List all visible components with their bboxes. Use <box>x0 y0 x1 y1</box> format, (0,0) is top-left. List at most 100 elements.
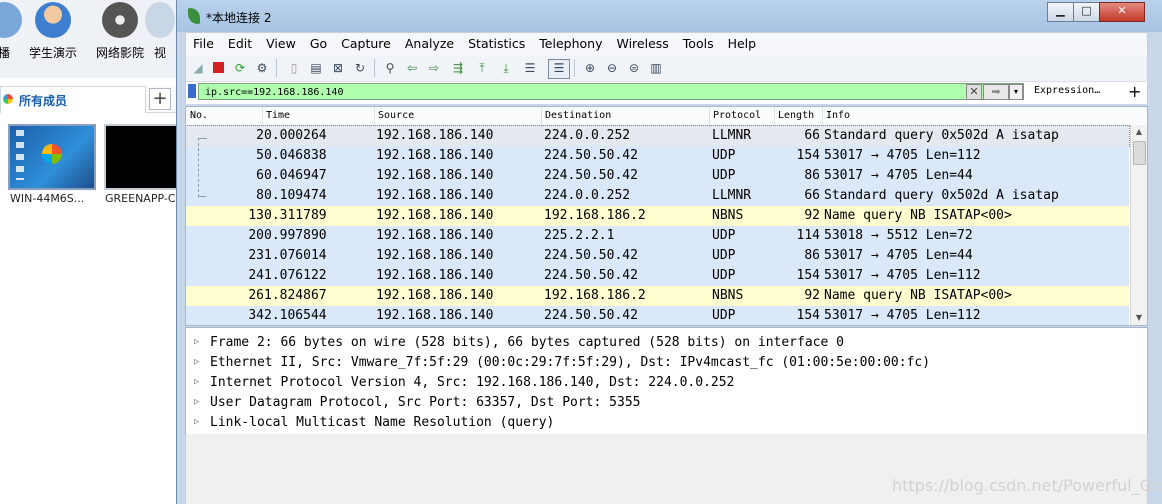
clear-filter-button[interactable]: ✕ <box>966 84 982 100</box>
packet-time: 0.046947 <box>264 168 327 183</box>
scroll-up-icon[interactable]: ▲ <box>1131 125 1147 139</box>
menu-analyze[interactable]: Analyze <box>398 33 461 55</box>
packet-row[interactable]: 6 0.046947 192.168.186.140 224.50.50.42 UDP 8… <box>186 166 1129 186</box>
packet-no: 20 <box>248 228 264 243</box>
options-icon[interactable]: ⚙ <box>254 60 270 76</box>
packet-list: No. Time Source Destination Protocol Len… <box>185 106 1148 326</box>
packet-row[interactable]: 23 1.076014 192.168.186.140 224.50.50.42 UDP… <box>186 246 1129 266</box>
menu-bar: File Edit View Go Capture Analyze Statis… <box>185 32 1148 55</box>
packet-protocol: UDP <box>712 248 736 263</box>
shark-fin-start-icon[interactable]: ◢ <box>190 60 206 76</box>
packet-row[interactable]: 34 2.106544 192.168.186.140 224.50.50.42 UDP… <box>186 306 1129 325</box>
expand-arrow-icon[interactable]: ▷ <box>194 397 199 407</box>
film-reel-icon <box>102 2 138 38</box>
video-tool[interactable]: 视 <box>140 2 180 61</box>
open-file-icon[interactable]: ▯ <box>286 60 302 76</box>
packet-destination: 224.50.50.42 <box>544 148 638 163</box>
colorize-icon[interactable]: ☰ <box>548 59 570 79</box>
menu-statistics[interactable]: Statistics <box>461 33 532 55</box>
last-packet-icon[interactable]: ⤓ <box>498 60 514 76</box>
conversation-bracket <box>198 138 207 197</box>
student-demo-icon <box>35 2 71 38</box>
column-no[interactable]: No. <box>190 110 208 122</box>
autoscroll-icon[interactable]: ☰ <box>522 60 538 76</box>
packet-info: Name query NB ISATAP<00> <box>824 288 1012 303</box>
menu-wireless[interactable]: Wireless <box>609 33 675 55</box>
add-tab-button[interactable]: + <box>149 88 171 110</box>
add-filter-button[interactable]: + <box>1128 83 1141 101</box>
menu-view[interactable]: View <box>259 33 303 55</box>
back-icon[interactable]: ⇦ <box>404 60 420 76</box>
restart-icon[interactable]: ⟳ <box>232 60 248 76</box>
scroll-down-icon[interactable]: ▼ <box>1131 311 1147 325</box>
go-to-packet-icon[interactable]: ⇶ <box>450 60 466 76</box>
packet-source: 192.168.186.140 <box>376 148 494 163</box>
menu-file[interactable]: File <box>186 33 221 55</box>
packet-destination: 192.168.186.2 <box>544 288 646 303</box>
expand-arrow-icon[interactable]: ▷ <box>194 417 199 427</box>
menu-go[interactable]: Go <box>303 33 334 55</box>
packet-time: 0.046838 <box>264 148 327 163</box>
apply-filter-button[interactable]: ➡ <box>983 84 1009 100</box>
display-filter-input[interactable]: ip.src==192.168.186.140 <box>198 83 1024 100</box>
normal-size-icon[interactable]: ⊜ <box>626 60 642 76</box>
expand-arrow-icon[interactable]: ▷ <box>194 377 199 387</box>
zoom-out-icon[interactable]: ⊖ <box>604 60 620 76</box>
packet-source: 192.168.186.140 <box>376 128 494 143</box>
packet-length: 154 <box>796 148 820 163</box>
packet-length: 66 <box>804 188 820 203</box>
packet-info: 53018 → 5512 Len=72 <box>824 228 973 243</box>
close-file-icon[interactable]: ⊠ <box>330 60 346 76</box>
packet-protocol: NBNS <box>712 208 744 223</box>
packet-row[interactable]: 26 1.824867 192.168.186.140 192.168.186.2 NB… <box>186 286 1129 306</box>
stop-icon[interactable] <box>210 60 226 76</box>
packet-protocol: LLMNR <box>712 128 752 143</box>
menu-tools[interactable]: Tools <box>676 33 721 55</box>
find-icon[interactable]: ⚲ <box>382 60 398 76</box>
column-destination[interactable]: Destination <box>545 110 611 122</box>
menu-help[interactable]: Help <box>721 33 764 55</box>
filter-history-dropdown[interactable]: ▾ <box>1009 84 1023 100</box>
save-file-icon[interactable]: ▤ <box>308 60 324 76</box>
menu-telephony[interactable]: Telephony <box>532 33 609 55</box>
student-demo-tool[interactable]: 学生演示 <box>23 2 83 61</box>
packet-source: 192.168.186.140 <box>376 268 494 283</box>
filter-bookmark-icon[interactable] <box>188 84 196 98</box>
expression-button[interactable]: Expression… <box>1034 85 1100 96</box>
packet-row[interactable]: 2 0.000264 192.168.186.140 224.0.0.252 LLMNR… <box>186 125 1130 147</box>
scrollbar-thumb[interactable] <box>1133 141 1146 165</box>
expand-arrow-icon[interactable]: ▷ <box>194 357 199 367</box>
minimize-button[interactable]: ▁ <box>1047 2 1074 22</box>
packet-no: 13 <box>248 208 264 223</box>
first-packet-icon[interactable]: ⤒ <box>474 60 490 76</box>
packet-list-header: No. Time Source Destination Protocol Len… <box>186 107 1147 126</box>
packet-row[interactable]: 13 0.311789 192.168.186.140 192.168.186.2 NB… <box>186 206 1129 226</box>
packet-time: 1.076122 <box>264 268 327 283</box>
packet-protocol: NBNS <box>712 288 744 303</box>
toolbar-separator <box>574 59 575 77</box>
column-protocol[interactable]: Protocol <box>713 110 761 122</box>
column-time[interactable]: Time <box>266 110 290 122</box>
column-source[interactable]: Source <box>378 110 414 122</box>
title-bar[interactable]: *本地连接 2 ▁ □ ✕ <box>177 0 1162 32</box>
packet-protocol: UDP <box>712 228 736 243</box>
reload-icon[interactable]: ↻ <box>352 60 368 76</box>
desktop-thumbnail-win[interactable] <box>8 124 96 190</box>
forward-icon[interactable]: ⇨ <box>426 60 442 76</box>
resize-columns-icon[interactable]: ▥ <box>648 60 664 76</box>
packet-row[interactable]: 5 0.046838 192.168.186.140 224.50.50.42 UDP 1… <box>186 146 1129 166</box>
packet-row[interactable]: 20 0.997890 192.168.186.140 225.2.2.1 UDP 114… <box>186 226 1129 246</box>
packet-protocol: UDP <box>712 268 736 283</box>
column-length[interactable]: Length <box>778 110 814 122</box>
packet-list-scrollbar[interactable]: ▲ ▼ <box>1130 125 1147 325</box>
zoom-in-icon[interactable]: ⊕ <box>582 60 598 76</box>
maximize-button[interactable]: □ <box>1073 2 1100 22</box>
packet-row[interactable]: 8 0.109474 192.168.186.140 224.0.0.252 LLMNR… <box>186 186 1129 206</box>
expand-arrow-icon[interactable]: ▷ <box>194 337 199 347</box>
menu-edit[interactable]: Edit <box>221 33 259 55</box>
column-info[interactable]: Info <box>826 110 850 122</box>
menu-capture[interactable]: Capture <box>334 33 398 55</box>
all-members-tab[interactable]: 所有成员 <box>0 86 146 113</box>
close-button[interactable]: ✕ <box>1099 2 1145 22</box>
packet-row[interactable]: 24 1.076122 192.168.186.140 224.50.50.42 UDP… <box>186 266 1129 286</box>
